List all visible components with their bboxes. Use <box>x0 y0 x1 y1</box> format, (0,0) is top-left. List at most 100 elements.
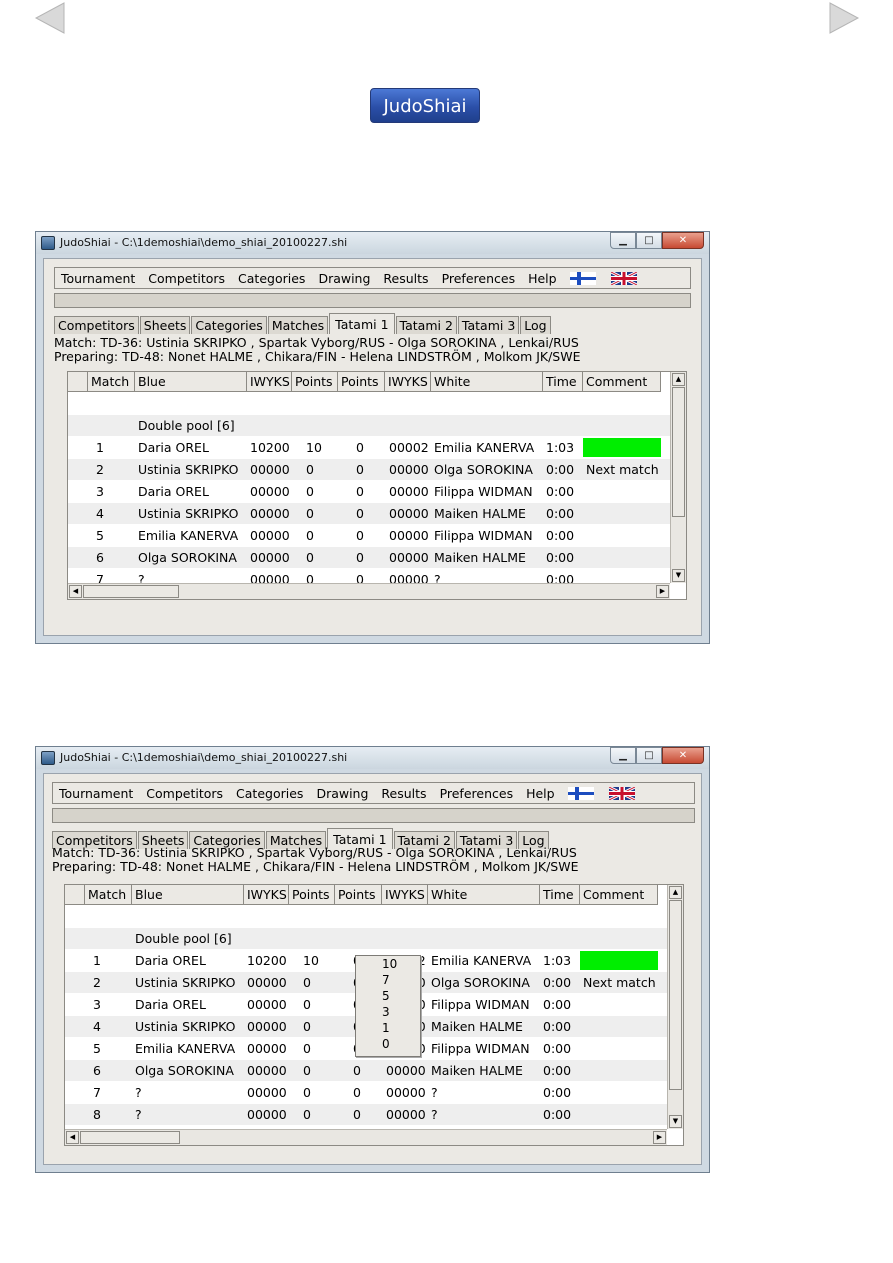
scroll-down-arrow-icon[interactable]: ▼ <box>669 1115 682 1128</box>
horizontal-scrollbar[interactable]: ◀ ▶ <box>65 1129 667 1145</box>
cell-points-white-col[interactable]: 0 <box>338 437 385 458</box>
table-row[interactable]: 5Emilia KANERVA000000000000Filippa WIDMA… <box>68 525 672 546</box>
table-row[interactable]: 6 Olga SOROKINA 00000 0 0 00000 Maiken HALME 0:… <box>68 547 672 568</box>
scroll-right-arrow-icon[interactable]: ▶ <box>653 1131 666 1144</box>
cell-points-white-col[interactable]: 0 <box>338 459 385 480</box>
menu-drawing[interactable]: Drawing <box>316 786 368 801</box>
column-header-points-blue-col[interactable]: Points <box>289 885 335 905</box>
vertical-scrollbar[interactable]: ▲ ▼ <box>667 885 683 1129</box>
menu-categories[interactable]: Categories <box>238 271 305 286</box>
menu-help[interactable]: Help <box>528 271 557 286</box>
menu-tournament[interactable]: Tournament <box>59 786 133 801</box>
table-row[interactable]: 7? 00000 0 0 00000? 0:00 <box>65 1082 669 1103</box>
column-header-comment-col[interactable]: Comment <box>580 885 658 905</box>
cell-points-blue-col[interactable]: 0 <box>292 481 338 502</box>
finnish-flag-icon[interactable] <box>567 786 594 800</box>
menu-competitors[interactable]: Competitors <box>148 271 225 286</box>
column-header-time-col[interactable]: Time <box>540 885 580 905</box>
cell-points-blue-col[interactable]: 0 <box>289 994 335 1015</box>
menu-results[interactable]: Results <box>383 271 428 286</box>
menu-drawing[interactable]: Drawing <box>318 271 370 286</box>
cell-points-white-col[interactable]: 0 <box>338 503 385 524</box>
column-header-iwyks-blue-col[interactable]: IWYKS <box>247 372 292 392</box>
cell-points-blue-col[interactable]: 0 <box>289 1060 335 1081</box>
vertical-scroll-thumb[interactable] <box>672 387 685 517</box>
next-page-arrow-icon[interactable] <box>828 2 860 34</box>
points-option[interactable]: 5 <box>356 988 420 1004</box>
cell-comment-col[interactable] <box>580 1104 658 1125</box>
tab-log[interactable]: Log <box>520 316 551 334</box>
vertical-scroll-thumb[interactable] <box>669 900 682 1090</box>
points-option[interactable]: 1 <box>356 1020 420 1036</box>
tab-tatami-2[interactable]: Tatami 2 <box>395 316 457 334</box>
tab-competitors[interactable]: Competitors <box>54 316 139 334</box>
column-header-iwyks-white-col[interactable]: IWYKS <box>382 885 428 905</box>
cell-points-white-col[interactable]: 0 <box>335 1060 382 1081</box>
cell-comment-col[interactable] <box>583 503 661 524</box>
cell-points-white-col[interactable]: 0 <box>335 1082 382 1103</box>
cell-comment-col[interactable] <box>580 951 658 970</box>
column-header-white-col[interactable]: White <box>431 372 543 392</box>
cell-points-blue-col[interactable]: 0 <box>289 1016 335 1037</box>
table-row[interactable]: 8? 00000 0 0 00000? 0:00 <box>65 1104 669 1125</box>
table-row[interactable]: 6 Olga SOROKINA 00000 0 0 00000 Maiken HALME 0:… <box>65 1060 669 1081</box>
cell-points-blue-col[interactable]: 0 <box>289 1038 335 1059</box>
tab-sheets[interactable]: Sheets <box>139 316 191 334</box>
scroll-up-arrow-icon[interactable]: ▲ <box>669 886 682 899</box>
points-option[interactable]: 7 <box>356 972 420 988</box>
uk-flag-icon[interactable] <box>608 786 635 800</box>
cell-points-white-col[interactable]: 0 <box>338 525 385 546</box>
cell-comment-col[interactable] <box>583 525 661 546</box>
column-header-points-blue-col[interactable]: Points <box>292 372 338 392</box>
cell-points-blue-col[interactable]: 0 <box>289 972 335 993</box>
cell-points-blue-col[interactable]: 0 <box>289 1104 335 1125</box>
cell-comment-col[interactable] <box>580 1038 658 1059</box>
judoshiai-logo-button[interactable]: JudoShiai <box>370 88 480 123</box>
cell-comment-col[interactable] <box>583 438 661 457</box>
scroll-left-arrow-icon[interactable]: ◀ <box>69 585 82 598</box>
column-header-match-col[interactable]: Match <box>85 885 132 905</box>
menu-help[interactable]: Help <box>526 786 555 801</box>
column-header-time-col[interactable]: Time <box>543 372 583 392</box>
points-option[interactable]: 0 <box>356 1036 420 1052</box>
horizontal-scroll-thumb[interactable] <box>83 585 179 598</box>
cell-comment-col[interactable]: Next match <box>580 972 658 993</box>
scroll-right-arrow-icon[interactable]: ▶ <box>656 585 669 598</box>
cell-points-blue-col[interactable]: 0 <box>292 547 338 568</box>
maximize-button[interactable]: □ <box>636 232 662 249</box>
table-row[interactable]: 3Daria OREL000000000000Filippa WIDMAN0:0… <box>68 481 672 502</box>
table-row[interactable]: 2Ustinia SKRIPKO000000000000Olga SOROKIN… <box>68 459 672 480</box>
cell-comment-col[interactable] <box>580 1016 658 1037</box>
menu-categories[interactable]: Categories <box>236 786 303 801</box>
minimize-button[interactable]: ▁ <box>610 232 636 249</box>
scroll-up-arrow-icon[interactable]: ▲ <box>672 373 685 386</box>
table-row[interactable]: 4Ustinia SKRIPKO000000000000Maiken HALME… <box>68 503 672 524</box>
menu-preferences[interactable]: Preferences <box>440 786 514 801</box>
scroll-down-arrow-icon[interactable]: ▼ <box>672 569 685 582</box>
cell-comment-col[interactable] <box>583 481 661 502</box>
finnish-flag-icon[interactable] <box>569 271 596 285</box>
points-option[interactable]: 10 <box>356 956 420 972</box>
row-selector-header[interactable] <box>68 372 88 392</box>
minimize-button[interactable]: ▁ <box>610 747 636 764</box>
close-button[interactable]: ✕ <box>662 747 704 764</box>
cell-comment-col[interactable] <box>580 1082 658 1103</box>
cell-points-blue-col[interactable]: 0 <box>292 525 338 546</box>
cell-points-blue-col[interactable]: 0 <box>289 1082 335 1103</box>
cell-points-blue-col[interactable]: 0 <box>292 503 338 524</box>
cell-comment-col[interactable] <box>583 547 661 568</box>
close-button[interactable]: ✕ <box>662 232 704 249</box>
column-header-match-col[interactable]: Match <box>88 372 135 392</box>
column-header-points-white-col[interactable]: Points <box>335 885 382 905</box>
menu-competitors[interactable]: Competitors <box>146 786 223 801</box>
column-header-white-col[interactable]: White <box>428 885 540 905</box>
cell-points-white-col[interactable]: 0 <box>338 481 385 502</box>
maximize-button[interactable]: □ <box>636 747 662 764</box>
cell-comment-col[interactable] <box>580 1060 658 1081</box>
column-header-iwyks-white-col[interactable]: IWYKS <box>385 372 431 392</box>
column-header-iwyks-blue-col[interactable]: IWYKS <box>244 885 289 905</box>
uk-flag-icon[interactable] <box>610 271 637 285</box>
row-selector-header[interactable] <box>65 885 85 905</box>
tab-tatami-3[interactable]: Tatami 3 <box>457 316 520 334</box>
vertical-scrollbar[interactable]: ▲ ▼ <box>670 372 686 583</box>
